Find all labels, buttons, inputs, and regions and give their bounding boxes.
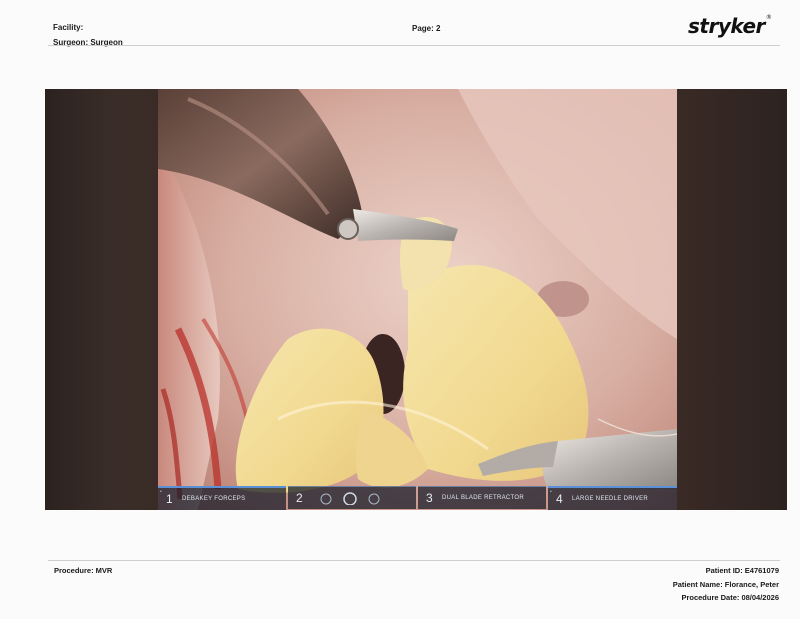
status-icon-right [368, 493, 380, 505]
hud-slot-number: 4 [556, 492, 563, 506]
hud-slot-4: • 4 LARGE NEEDLE DRIVER [548, 486, 677, 510]
hud-slot-number: 1 [166, 492, 173, 506]
stryker-logo: stryker® [688, 14, 772, 38]
logo-text: stryker [688, 14, 765, 38]
hud-slot-label: LARGE NEEDLE DRIVER [572, 496, 649, 502]
hud-slot-number: 2 [296, 491, 303, 505]
patient-info: Patient ID: E4761079 Patient Name: Flora… [673, 564, 779, 605]
hud-slot-2: 2 [288, 486, 416, 509]
patient-name: Patient Name: Florance, Peter [672, 579, 779, 589]
procedure-date: Procedure Date: 08/04/2026 [681, 593, 779, 602]
hud-slot-label: DUAL BLADE RETRACTOR [442, 495, 525, 501]
image-left-border [45, 89, 158, 510]
slot-corner-mark: • [550, 489, 553, 495]
status-icon-left [320, 493, 332, 505]
surgeon-label: Surgeon: Surgeon [53, 38, 123, 47]
procedure-label: Procedure: MVR [54, 566, 113, 575]
report-page: Facility: Surgeon: Surgeon Page: 2 stryk… [0, 0, 800, 619]
camera-status-icons [320, 492, 380, 505]
hud-slot-label: DEBAKEY FORCEPS [182, 496, 246, 502]
footer-divider [48, 560, 780, 561]
hud-slot-1: • 1 DEBAKEY FORCEPS [158, 486, 286, 510]
image-right-border [677, 89, 787, 510]
slot-corner-mark: • [160, 489, 163, 495]
surgical-scene [158, 89, 677, 510]
forceps-pivot [337, 218, 359, 240]
patient-id: Patient ID: E4761079 [705, 566, 779, 575]
facility-label: Facility: [53, 23, 84, 32]
header-divider [48, 45, 780, 46]
endoscopic-image: • 1 DEBAKEY FORCEPS 2 3 DUAL BLADE RETRA… [45, 89, 787, 510]
hud-slot-number: 3 [426, 491, 433, 505]
hud-slot-3: 3 DUAL BLADE RETRACTOR [418, 486, 546, 509]
status-icon-center [343, 492, 357, 505]
logo-registered-mark: ® [765, 14, 772, 21]
robot-instrument-hud: • 1 DEBAKEY FORCEPS 2 3 DUAL BLADE RETRA… [158, 486, 677, 510]
page-number: Page: 2 [412, 24, 441, 33]
